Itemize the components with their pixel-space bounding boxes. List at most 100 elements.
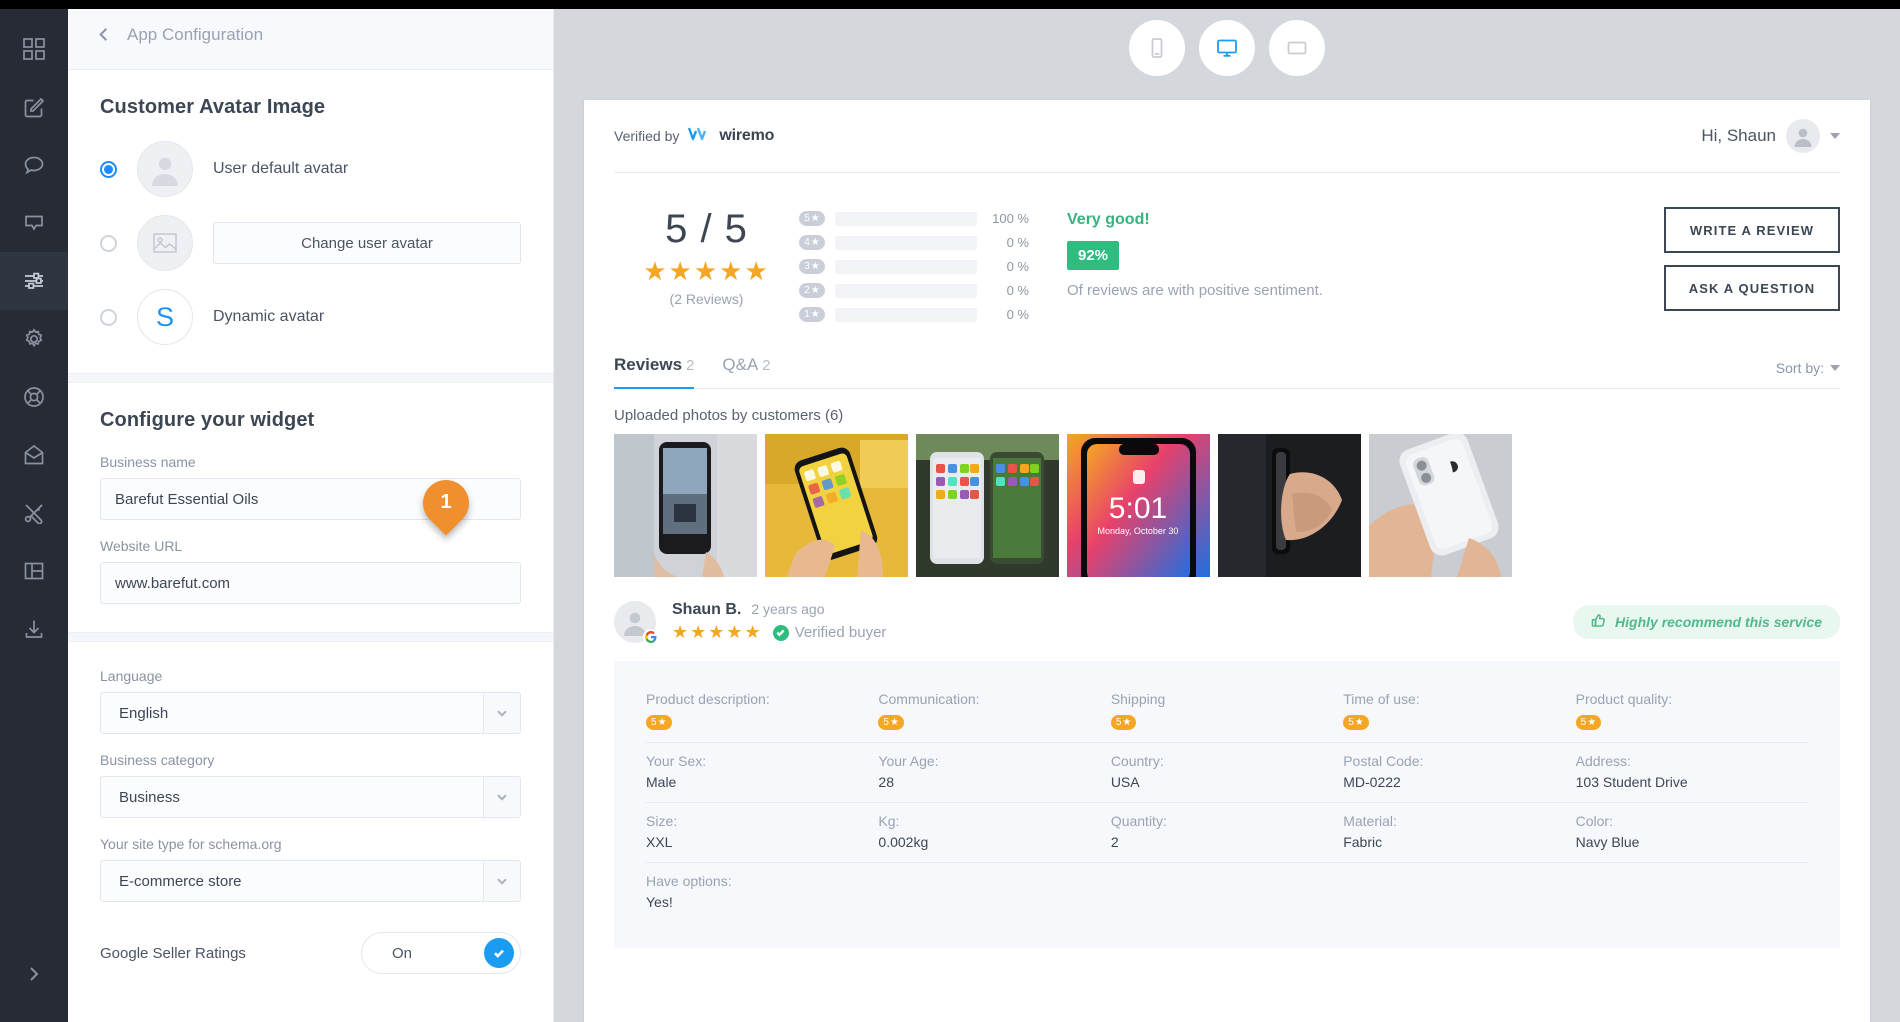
change-user-avatar-button[interactable]: Change user avatar [213,222,521,264]
schema-site-type-field: Your site type for schema.org E-commerce… [100,836,521,902]
score-stars: ★★★★★ [643,256,770,286]
avatar-option-default[interactable]: User default avatar [100,141,521,197]
google-seller-ratings-toggle[interactable]: On [361,932,521,974]
avatar-option-change[interactable]: Change user avatar [100,215,521,271]
attribute-key: Quantity: [1110,813,1167,829]
rating-bar-track [835,259,977,274]
attribute-row: Your Sex: Male Your Age: 28 Country: USA… [646,743,1808,803]
sentiment-block: Very good! 92% Of reviews are with posit… [1029,201,1323,299]
photo-thumbnail[interactable] [1218,434,1361,577]
sidebar-item-tools[interactable] [0,484,68,542]
sidebar-item-conversations[interactable] [0,136,68,194]
sidebar-item-layout[interactable] [0,542,68,600]
section-divider [68,632,553,642]
attribute-key: Kg: [878,813,900,829]
attribute-cell: Your Sex: Male [646,753,878,790]
attribute-key: Communication: [878,691,980,707]
language-select[interactable]: English [100,692,483,734]
device-mobile-button[interactable] [1129,20,1185,76]
sidebar-item-compose[interactable] [0,78,68,136]
chevron-down-icon[interactable] [483,692,521,734]
attribute-key: Your Sex: [646,753,707,769]
user-menu[interactable]: Hi, Shaun [1701,119,1840,153]
schema-site-type-select[interactable]: E-commerce store [100,860,483,902]
rating-percent: 100 % [992,211,1029,226]
tab-qa[interactable]: Q&A 2 [722,355,770,389]
ask-a-question-button[interactable]: ASK A QUESTION [1664,265,1840,311]
rating-bar-track [835,307,977,322]
attribute-value: XXL [646,834,673,850]
attribute-value: Navy Blue [1575,834,1640,850]
google-seller-ratings-label: Google Seller Ratings [100,944,246,962]
photo-thumbnail[interactable]: 5:01 Monday, October 30 [1067,434,1210,577]
attribute-key: Country: [1110,753,1164,769]
sidebar-item-settings-sliders[interactable] [0,252,68,310]
attribute-value: 28 [878,774,894,790]
website-url-input[interactable] [100,562,521,604]
sort-by-dropdown[interactable]: Sort by: [1776,360,1840,388]
rating-percent: 0 % [1006,307,1029,322]
attribute-key: Postal Code: [1343,753,1424,769]
device-desktop-button[interactable] [1199,20,1255,76]
star-level-badge: 2 ★ [799,283,825,298]
attribute-value: 103 Student Drive [1575,774,1688,790]
star-level-badge: 1 ★ [799,307,825,322]
attribute-value: Yes! [646,894,673,910]
device-tablet-button[interactable] [1269,20,1325,76]
attribute-row: Product description: 5 ★ Communication: 5… [646,681,1808,743]
radio-default-avatar[interactable] [100,160,117,178]
tab-label: Reviews [614,355,683,374]
attribute-key: Product quality: [1575,691,1673,707]
widget-header: Verified by wiremo Hi, Shaun [614,100,1840,172]
website-url-field: Website URL [100,538,521,604]
chevron-down-icon[interactable] [483,776,521,818]
sidebar-item-messages[interactable] [0,194,68,252]
app-configuration-panel: App Configuration Customer Avatar Image … [68,0,554,1022]
review-meta: Shaun B. 2 years ago ★★★★★ Verified buye… [672,601,886,643]
attribute-key: Time of use: [1343,691,1420,707]
business-category-field: Business category Business [100,752,521,818]
config-header: App Configuration [68,0,553,70]
device-toggle-bar [554,0,1900,96]
sidebar-item-inbox[interactable] [0,426,68,484]
rating-bar-row: 2 ★ 0 % [799,283,1029,298]
photo-thumbnail[interactable] [916,434,1059,577]
attribute-value: 5 ★ [1110,712,1343,730]
sentiment-title: Very good! [1067,211,1150,228]
sidebar-item-download[interactable] [0,600,68,658]
chevron-down-icon[interactable] [1830,133,1840,139]
photo-thumbnail[interactable] [1369,434,1512,577]
section-divider [68,373,553,383]
radio-change-avatar[interactable] [100,234,117,252]
business-category-select[interactable]: Business [100,776,483,818]
recommend-badge: Highly recommend this service [1573,605,1840,639]
photo-thumbnail[interactable] [614,434,757,577]
rating-bar-row: 1 ★ 0 % [799,307,1029,322]
attribute-key: Your Age: [878,753,939,769]
page-title: App Configuration [127,24,264,44]
sidebar-item-settings[interactable] [0,310,68,368]
tab-reviews[interactable]: Reviews 2 [614,355,695,389]
rail-expand-button[interactable] [0,954,68,994]
attribute-value: 5 ★ [1575,712,1808,730]
rating-bar-track [835,283,977,298]
check-icon [484,938,514,968]
attribute-value: Male [646,774,677,790]
svg-text:Monday, October 30: Monday, October 30 [1098,526,1179,536]
attribute-cell: Product quality: 5 ★ [1575,691,1808,730]
section-title-widget: Configure your widget [100,409,315,431]
google-source-icon [643,629,658,644]
attribute-value: 2 [1110,834,1119,850]
sidebar-item-support[interactable] [0,368,68,426]
radio-dynamic-avatar[interactable] [100,308,117,326]
attribute-value: 5 ★ [646,712,878,730]
greeting-text: Hi, Shaun [1701,126,1776,145]
business-name-label: Business name [100,454,196,470]
photo-thumbnail[interactable] [765,434,908,577]
write-a-review-button[interactable]: WRITE A REVIEW [1664,207,1840,253]
avatar-option-dynamic[interactable]: S Dynamic avatar [100,289,521,345]
google-seller-ratings-row: Google Seller Ratings On [100,920,521,974]
chevron-down-icon[interactable] [483,860,521,902]
sidebar-item-dashboard[interactable] [0,20,68,78]
chevron-left-icon[interactable] [96,27,111,42]
